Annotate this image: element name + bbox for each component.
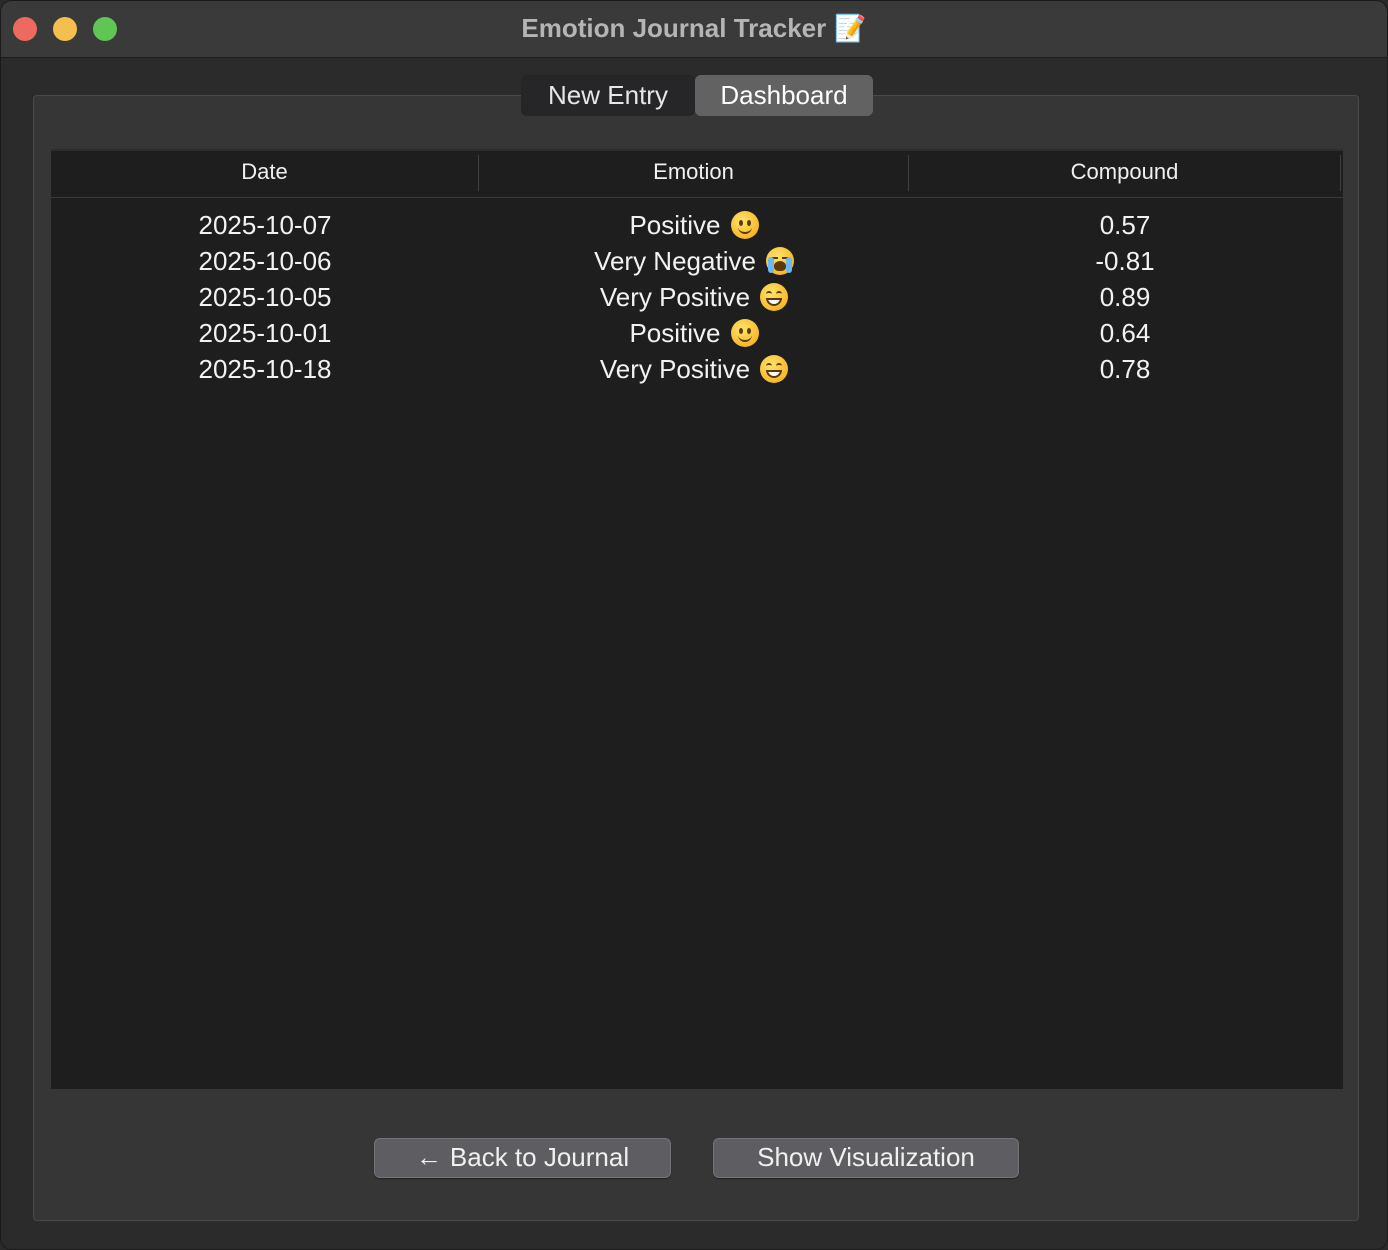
compound-cell: 0.64 (1099, 317, 1151, 348)
emotion-label: Positive (629, 317, 721, 348)
emotion-label: Very Positive (599, 353, 751, 384)
visualization-button-label: Show Visualization (757, 1142, 975, 1172)
date-cell: 2025-10-01 (198, 317, 332, 348)
emotion-cell: Positive (479, 318, 909, 349)
tab-new-entry[interactable]: New Entry (521, 75, 695, 116)
table-body: 2025-10-07 Positive 0.57 2025-10-06 Very… (51, 207, 1343, 387)
grinning-face-icon (760, 282, 789, 311)
column-header-emotion[interactable]: Emotion (479, 155, 909, 191)
emotion-label: Very Positive (599, 281, 751, 312)
main-content: New Entry Dashboard Date Emotion Compoun… (1, 58, 1387, 1249)
emotion-cell: Positive (479, 210, 909, 241)
compound-cell: -0.81 (1095, 245, 1155, 276)
compound-cell: 0.57 (1099, 209, 1151, 240)
back-to-journal-button[interactable]: ← Back to Journal (374, 1138, 671, 1178)
compound-cell: 0.89 (1099, 281, 1151, 312)
emotion-cell: Very Positive (479, 354, 909, 385)
table-row[interactable]: 2025-10-05 Very Positive 0.89 (51, 279, 1343, 315)
emotion-label: Very Negative (594, 245, 756, 276)
date-cell: 2025-10-18 (198, 353, 332, 384)
emotion-cell: Very Negative (479, 246, 909, 277)
emotion-cell: Very Positive (479, 282, 909, 313)
tab-dashboard[interactable]: Dashboard (695, 75, 873, 116)
entries-table: Date Emotion Compound 2025-10-07 Positiv… (51, 149, 1343, 1089)
table-row[interactable]: 2025-10-06 Very Negative -0.81 (51, 243, 1343, 279)
grinning-face-icon (760, 354, 789, 383)
arrow-left-icon: ← (415, 1142, 442, 1172)
show-visualization-button[interactable]: Show Visualization (713, 1138, 1019, 1178)
tab-bar: New Entry Dashboard (521, 75, 873, 116)
memo-icon: 📝 (834, 13, 867, 43)
emotion-label: Positive (629, 209, 721, 240)
column-header-compound[interactable]: Compound (909, 155, 1341, 191)
slightly-smiling-face-icon (730, 318, 759, 347)
compound-cell: 0.78 (1099, 353, 1151, 384)
app-window: Emotion Journal Tracker 📝 New Entry Dashb… (0, 0, 1388, 1250)
window-title: Emotion Journal Tracker 📝 (1, 11, 1387, 45)
column-header-date[interactable]: Date (51, 155, 479, 191)
slightly-smiling-face-icon (730, 210, 759, 239)
loudly-crying-face-icon (765, 246, 794, 275)
date-cell: 2025-10-05 (198, 281, 332, 312)
table-row[interactable]: 2025-10-07 Positive 0.57 (51, 207, 1343, 243)
table-row[interactable]: 2025-10-18 Very Positive 0.78 (51, 351, 1343, 387)
date-cell: 2025-10-06 (198, 245, 332, 276)
table-row[interactable]: 2025-10-01 Positive 0.64 (51, 315, 1343, 351)
back-button-label: Back to Journal (449, 1142, 630, 1172)
title-bar: Emotion Journal Tracker 📝 (1, 1, 1387, 58)
table-header: Date Emotion Compound (51, 151, 1343, 198)
date-cell: 2025-10-07 (198, 209, 332, 240)
window-title-text: Emotion Journal Tracker (521, 13, 827, 43)
